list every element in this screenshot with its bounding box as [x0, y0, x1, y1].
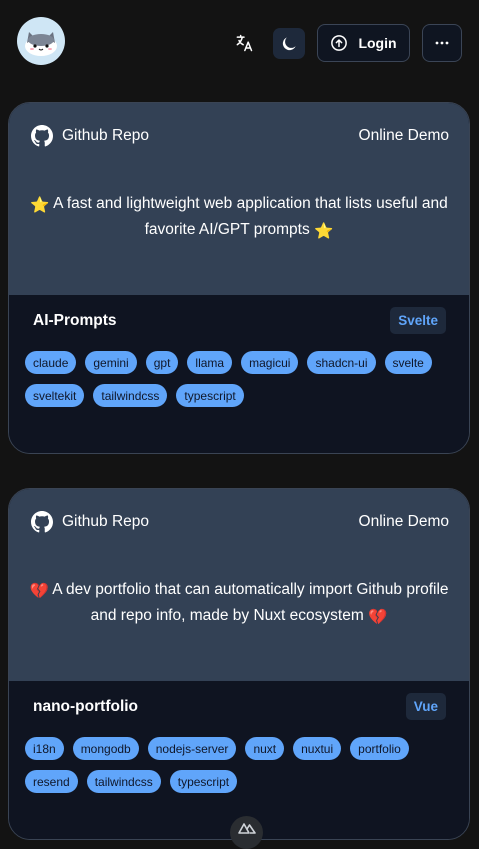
translate-button[interactable] — [226, 26, 262, 60]
more-menu-button[interactable] — [422, 24, 462, 62]
star-emoji: ⭐ — [30, 197, 50, 214]
github-repo-label: Github Repo — [62, 127, 150, 144]
project-card: Github Repo Online Demo 💔 A dev portfoli… — [8, 488, 470, 840]
description-text: A fast and lightweight web application t… — [53, 195, 448, 238]
github-icon — [31, 511, 53, 533]
tag-list: i18n mongodb nodejs-server nuxt nuxtui p… — [25, 737, 449, 793]
project-card: Github Repo Online Demo ⭐ A fast and lig… — [8, 102, 470, 454]
ellipsis-icon — [435, 41, 449, 45]
online-demo-link[interactable]: Online Demo — [359, 127, 449, 145]
card-links: Github Repo Online Demo — [31, 511, 449, 533]
moon-icon — [282, 36, 296, 50]
login-label: Login — [358, 35, 397, 51]
tag[interactable]: i18n — [25, 737, 64, 760]
project-description: ⭐ A fast and lightweight web application… — [23, 192, 455, 244]
tag[interactable]: gpt — [145, 351, 179, 374]
nuxt-logo-icon — [237, 823, 256, 834]
tag[interactable]: portfolio — [350, 737, 409, 760]
scroll-top-button[interactable] — [230, 816, 263, 849]
project-description: 💔 A dev portfolio that can automatically… — [23, 578, 455, 630]
language-badge: Svelte — [390, 307, 446, 334]
tag[interactable]: tailwindcss — [86, 770, 161, 793]
repo-name: AI-Prompts — [33, 312, 117, 329]
language-badge: Vue — [405, 693, 446, 720]
login-button[interactable]: Login — [317, 24, 410, 62]
card-bottom: AI-Prompts Svelte claude gemini gpt llam… — [9, 295, 469, 453]
tag[interactable]: svelte — [384, 351, 432, 374]
tag[interactable]: nuxt — [245, 737, 285, 760]
github-repo-link[interactable]: Github Repo — [31, 511, 149, 533]
tag[interactable]: sveltekit — [25, 384, 85, 407]
translate-icon — [236, 34, 253, 52]
header: Login — [0, 0, 479, 82]
tag-list: claude gemini gpt llama magicui shadcn-u… — [25, 351, 449, 407]
arrow-up-circle-icon — [331, 35, 348, 51]
tag[interactable]: claude — [25, 351, 77, 374]
card-top: Github Repo Online Demo 💔 A dev portfoli… — [9, 489, 469, 681]
card-bottom: nano-portfolio Vue i18n mongodb nodejs-s… — [9, 681, 469, 839]
tag[interactable]: shadcn-ui — [307, 351, 376, 374]
tag[interactable]: magicui — [241, 351, 299, 374]
tag[interactable]: nodejs-server — [147, 737, 237, 760]
tag[interactable]: llama — [187, 351, 233, 374]
github-repo-link[interactable]: Github Repo — [31, 125, 149, 147]
cat-avatar-icon[interactable] — [17, 17, 65, 65]
tag[interactable]: mongodb — [72, 737, 139, 760]
theme-toggle-button[interactable] — [273, 28, 305, 59]
tag[interactable]: tailwindcss — [93, 384, 168, 407]
github-repo-label: Github Repo — [62, 513, 150, 530]
tag[interactable]: nuxtui — [293, 737, 342, 760]
broken-heart-emoji: 💔 — [368, 609, 388, 626]
broken-heart-emoji: 💔 — [29, 583, 49, 600]
card-links: Github Repo Online Demo — [31, 125, 449, 147]
github-icon — [31, 125, 53, 147]
description-text: A dev portfolio that can automatically i… — [52, 581, 449, 624]
tag[interactable]: resend — [25, 770, 78, 793]
tag[interactable]: typescript — [176, 384, 244, 407]
online-demo-link[interactable]: Online Demo — [359, 513, 449, 531]
card-top: Github Repo Online Demo ⭐ A fast and lig… — [9, 103, 469, 295]
star-emoji: ⭐ — [314, 223, 334, 240]
tag[interactable]: gemini — [85, 351, 137, 374]
tag[interactable]: typescript — [169, 770, 238, 793]
repo-name: nano-portfolio — [33, 698, 139, 715]
